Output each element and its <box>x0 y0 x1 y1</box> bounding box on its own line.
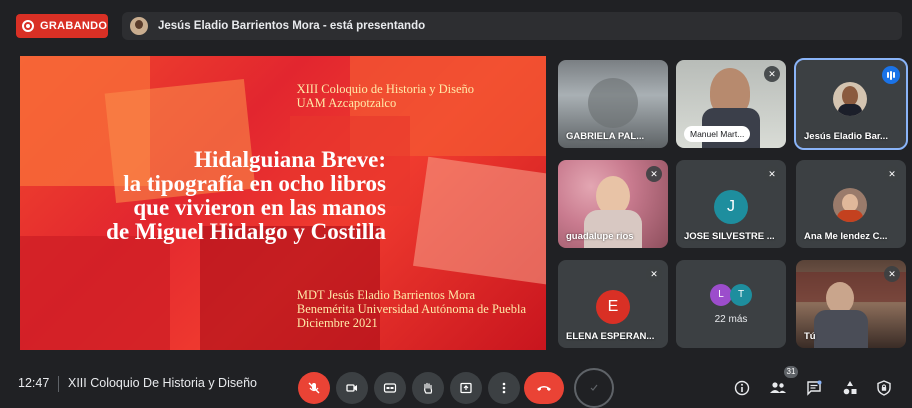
recording-label: GRABANDO <box>40 20 108 32</box>
mic-off-icon: ✕ <box>646 266 662 282</box>
recording-indicator: GRABANDO <box>16 14 108 38</box>
video-feed <box>588 78 638 128</box>
author-line: MDT Jesús Eladio Barrientos Mora <box>296 288 476 302</box>
more-options-button[interactable] <box>488 372 520 404</box>
participant-initial-avatar: T <box>730 284 752 306</box>
slide-shape <box>20 236 170 350</box>
participant-count-badge: 31 <box>784 366 798 378</box>
bottom-bar: 12:47 XIII Coloquio De Historia y Diseño… <box>0 362 912 408</box>
participant-name: Jesús Eladio Bar... <box>804 131 888 142</box>
participant-name: Tú <box>804 331 816 342</box>
presenting-text: Jesús Eladio Barrientos Mora - está pres… <box>158 20 426 32</box>
participant-tile[interactable]: ✕ guadalupe rios <box>558 160 668 248</box>
participant-name: Ana Me lendez C... <box>804 231 888 242</box>
video-feed <box>584 210 642 248</box>
meeting-title: XIII Coloquio De Historia y Diseño <box>68 376 257 390</box>
activities-icon <box>843 381 857 395</box>
participant-tile[interactable]: ✕ J JOSE SILVESTRE ... <box>676 160 786 248</box>
mic-off-icon: ✕ <box>884 166 900 182</box>
captions-icon <box>383 383 397 393</box>
title-line: Hidalguiana Breve: <box>194 147 386 172</box>
participant-tile[interactable]: ✕ E ELENA ESPERAN... <box>558 260 668 348</box>
mic-off-icon: ✕ <box>764 166 780 182</box>
hand-icon <box>424 382 433 394</box>
video-feed <box>814 310 868 348</box>
self-view-tile[interactable]: ✕ Tú <box>796 260 906 348</box>
author-line: Benemérita Universidad Autónoma de Puebl… <box>296 302 526 316</box>
present-screen-button[interactable] <box>450 372 482 404</box>
shield-lock-icon <box>877 380 891 396</box>
captions-button[interactable] <box>374 372 406 404</box>
participant-initial-avatar: L <box>710 284 732 306</box>
title-line: la tipografía en ocho libros <box>123 171 386 196</box>
presenter-avatar <box>130 17 148 35</box>
people-icon <box>770 382 786 393</box>
slide-author: MDT Jesús Eladio Barrientos Mora Benemér… <box>297 288 526 330</box>
participant-name: GABRIELA PAL... <box>566 131 645 142</box>
meeting-time: 12:47 <box>18 376 50 390</box>
participant-name: JOSE SILVESTRE ... <box>684 231 775 242</box>
participant-tile[interactable]: ✕ Manuel Mart... <box>676 60 786 148</box>
camera-icon <box>346 384 357 392</box>
speaking-indicator-icon <box>882 66 900 84</box>
more-participants-tile[interactable]: L T 22 más <box>676 260 786 348</box>
slide-title: Hidalguiana Breve: la tipografía en ocho… <box>106 148 386 244</box>
mic-off-icon <box>308 382 320 394</box>
participant-tile[interactable]: GABRIELA PAL... <box>558 60 668 148</box>
present-icon <box>460 382 472 394</box>
slide-conference: XIII Coloquio de Historia y Diseño UAM A… <box>297 82 474 110</box>
camera-toggle-button[interactable] <box>336 372 368 404</box>
leave-call-button[interactable] <box>524 372 564 404</box>
participant-tile[interactable]: ✕ Ana Me lendez C... <box>796 160 906 248</box>
mic-toggle-button[interactable] <box>298 372 330 404</box>
participant-initial-avatar: J <box>714 190 748 224</box>
conference-line: UAM Azcapotzalco <box>296 96 397 110</box>
mic-off-icon: ✕ <box>764 66 780 82</box>
mic-off-icon: ✕ <box>646 166 662 182</box>
record-icon <box>22 20 34 32</box>
chat-button[interactable] <box>804 378 824 398</box>
activities-button[interactable] <box>840 378 860 398</box>
conference-line: XIII Coloquio de Historia y Diseño <box>296 82 474 96</box>
more-count-label: 22 más <box>714 314 748 325</box>
presenting-banner: Jesús Eladio Barrientos Mora - está pres… <box>122 12 902 40</box>
participant-name: Manuel Mart... <box>684 126 751 142</box>
hang-up-icon <box>537 386 551 391</box>
cursor-highlight-icon <box>574 368 614 408</box>
host-controls-button[interactable] <box>874 378 894 398</box>
people-button[interactable] <box>768 378 788 398</box>
divider <box>58 376 59 392</box>
participant-name: ELENA ESPERAN... <box>566 331 655 342</box>
mic-off-icon: ✕ <box>884 266 900 282</box>
more-vert-icon <box>502 382 506 394</box>
title-line: que vivieron en las manos <box>133 195 386 220</box>
author-line: Diciembre 2021 <box>296 316 378 330</box>
meeting-details-button[interactable] <box>732 378 752 398</box>
participant-tile-active[interactable]: Jesús Eladio Bar... <box>794 58 908 150</box>
presentation-slide: XIII Coloquio de Historia y Diseño UAM A… <box>20 56 546 350</box>
participant-name: guadalupe rios <box>566 231 634 242</box>
participant-avatar <box>833 82 867 116</box>
raise-hand-button[interactable] <box>412 372 444 404</box>
participant-avatar <box>833 188 867 222</box>
participant-initial-avatar: E <box>596 290 630 324</box>
slide-shape <box>413 156 546 286</box>
info-icon <box>734 380 750 396</box>
chat-icon <box>807 380 822 396</box>
title-line: de Miguel Hidalgo y Costilla <box>106 219 386 244</box>
top-bar: GRABANDO Jesús Eladio Barrientos Mora - … <box>0 0 912 48</box>
